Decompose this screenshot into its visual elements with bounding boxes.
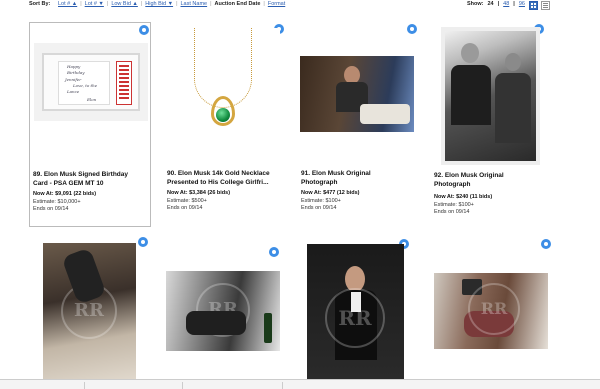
lot-card-92[interactable]: 92. Elon Musk Original Photograph Now At:… — [433, 22, 555, 227]
lot-image-94[interactable]: RR — [166, 271, 280, 351]
sort-end-date[interactable]: Auction End Date — [213, 0, 263, 8]
list-view-icon[interactable] — [541, 1, 550, 10]
lot-card-90[interactable]: 90. Elon Musk 14k Gold Necklace Presented… — [164, 22, 286, 227]
lot-card-89[interactable]: Happy Birthday Jennifer Love, to the Lan… — [29, 22, 151, 227]
show-per-page: Show: 24 | 48 | 96 — [467, 0, 525, 8]
sort-low-bid[interactable]: Low Bid ▲ — [109, 0, 140, 8]
show-label: Show: — [467, 1, 484, 7]
show-24[interactable]: 24 — [488, 0, 494, 8]
sort-label: Sort By: — [29, 1, 51, 7]
lot-card-96[interactable]: RR — [433, 237, 555, 379]
lot-image-90[interactable] — [166, 28, 280, 158]
lot-image-89[interactable]: Happy Birthday Jennifer Love, to the Lan… — [34, 43, 148, 121]
sort-lot-asc[interactable]: Lot # ▲ — [56, 0, 79, 8]
watch-eye-icon[interactable] — [541, 239, 551, 249]
lot-card-91[interactable]: 91. Elon Musk Original Photograph Now At:… — [298, 22, 420, 227]
lot-title-92[interactable]: 92. Elon Musk Original Photograph — [434, 172, 554, 189]
lot-card-95[interactable]: RR — [298, 237, 420, 379]
lot-image-96[interactable]: RR — [434, 273, 548, 349]
psa-slab: Happy Birthday Jennifer Love, to the Lan… — [42, 53, 140, 111]
lot-title-90[interactable]: 90. Elon Musk 14k Gold Necklace Presented… — [167, 170, 287, 187]
psa-label — [116, 61, 132, 105]
lot-image-91[interactable] — [300, 56, 414, 132]
birthday-card: Happy Birthday Jennifer Love, to the Lan… — [58, 61, 110, 105]
lot-card-94[interactable]: RR — [164, 237, 286, 379]
download-item[interactable] — [282, 382, 378, 389]
lot-meta-89: Now At: $9,091 (22 bids) Estimate: $10,0… — [33, 191, 97, 212]
download-item[interactable] — [182, 382, 278, 389]
lot-meta-90: Now At: $3,384 (26 bids) Estimate: $500+… — [167, 190, 231, 211]
lot-image-92[interactable] — [441, 27, 540, 165]
emerald-stone — [216, 108, 230, 122]
sort-high-bid[interactable]: High Bid ▼ — [143, 0, 175, 8]
lot-meta-91: Now At: $477 (12 bids) Estimate: $100+ E… — [301, 190, 360, 211]
download-item[interactable] — [84, 382, 180, 389]
show-96[interactable]: 96 — [519, 0, 525, 8]
lot-image-93[interactable]: RR — [43, 243, 136, 379]
lot-image-95[interactable]: RR — [307, 244, 404, 379]
sort-options: Lot # ▲ | Lot # ▼ | Low Bid ▲ | High Bid ▼ |… — [56, 0, 287, 8]
watch-eye-icon[interactable] — [138, 237, 148, 247]
lot-meta-92: Now At: $240 (11 bids) Estimate: $100+ E… — [434, 194, 493, 215]
lot-title-89[interactable]: 89. Elon Musk Signed Birthday Card - PSA … — [33, 171, 153, 188]
lot-title-91[interactable]: 91. Elon Musk Original Photograph — [301, 170, 421, 187]
sort-last-name[interactable]: Last Name — [179, 0, 210, 8]
lot-card-93[interactable]: RR — [29, 237, 151, 379]
watch-eye-icon[interactable] — [407, 24, 417, 34]
sort-format[interactable]: Format — [266, 0, 287, 8]
watch-eye-icon[interactable] — [139, 25, 149, 35]
grid-view-icon[interactable] — [529, 1, 538, 10]
watch-eye-icon[interactable] — [269, 247, 279, 257]
sort-lot-desc[interactable]: Lot # ▼ — [83, 0, 106, 8]
download-bar — [0, 379, 600, 389]
show-48[interactable]: 48 — [503, 0, 509, 8]
